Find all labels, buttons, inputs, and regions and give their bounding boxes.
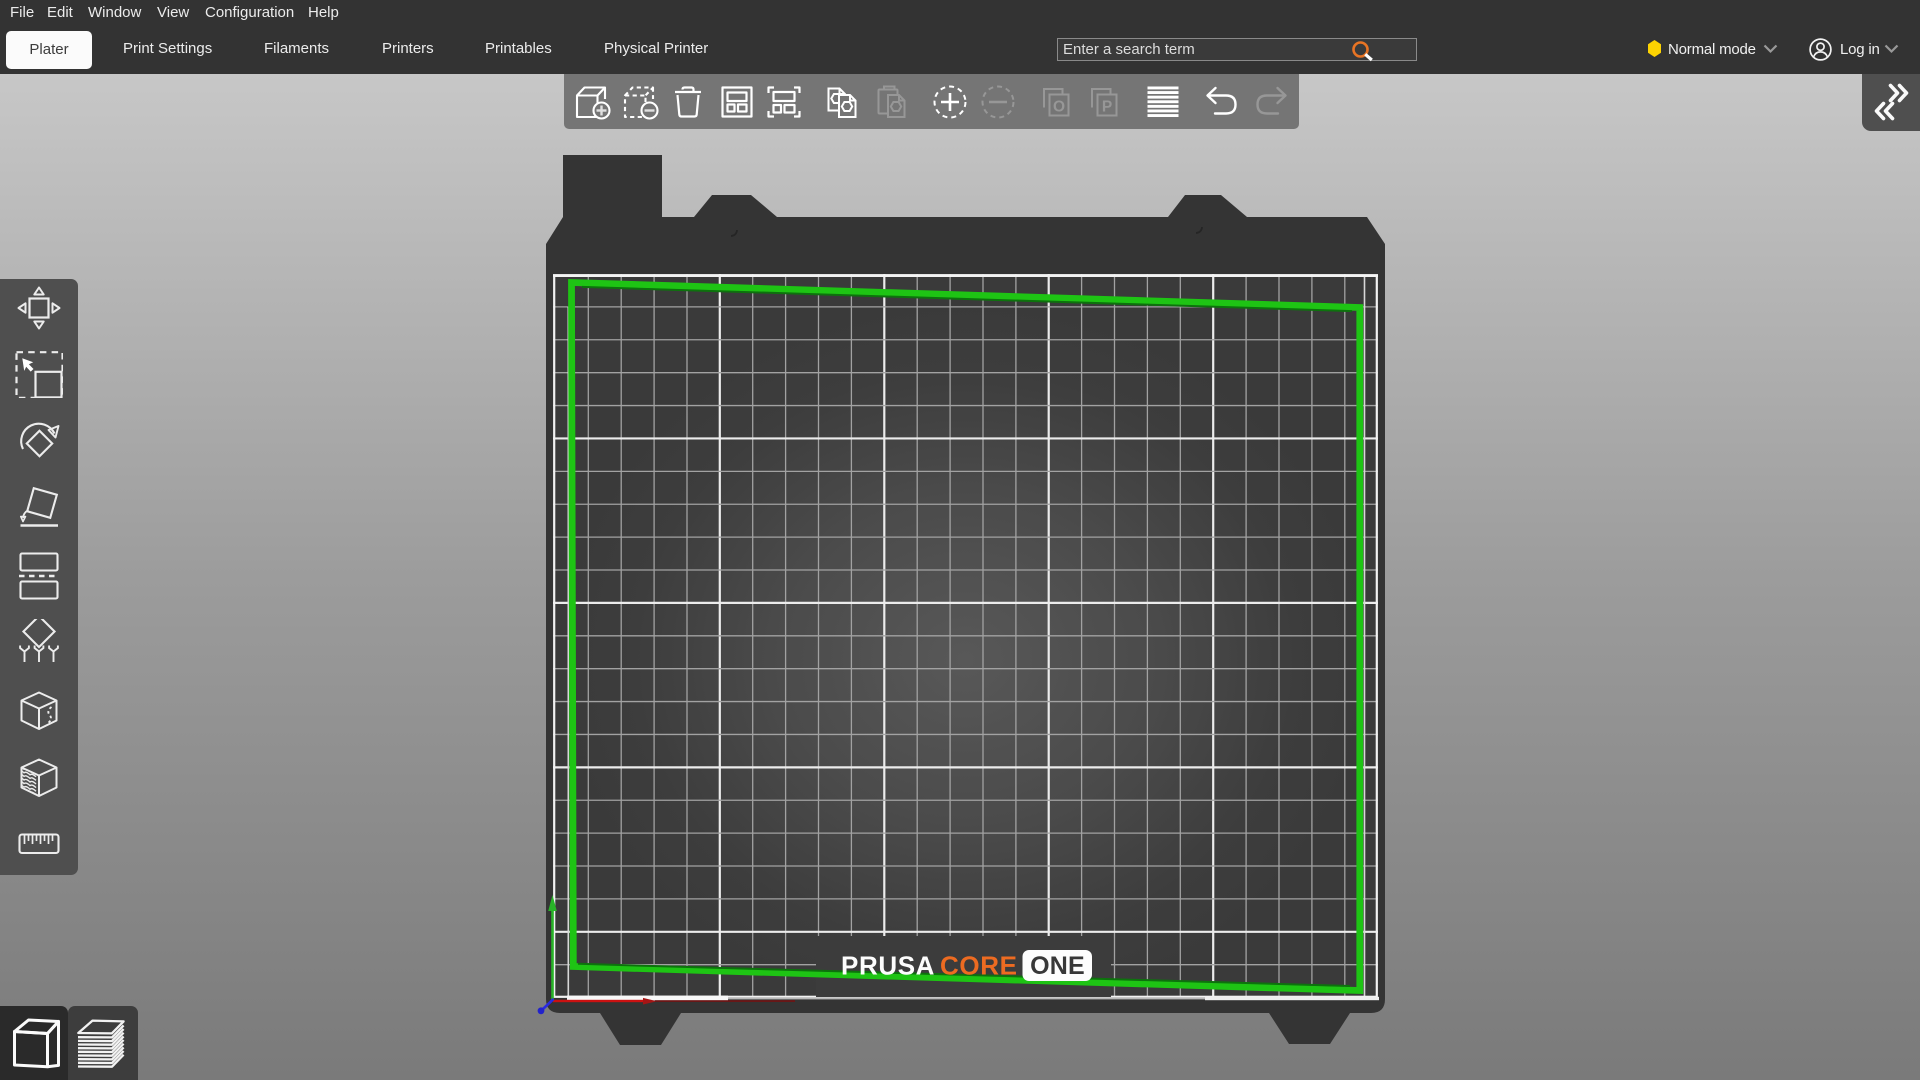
svg-text:ONE: ONE (1030, 952, 1085, 980)
svg-text:O: O (1053, 98, 1065, 115)
svg-text:P: P (1102, 98, 1112, 115)
svg-text:PRUSA: PRUSA (841, 951, 935, 981)
svg-text:CORE: CORE (940, 951, 1018, 981)
